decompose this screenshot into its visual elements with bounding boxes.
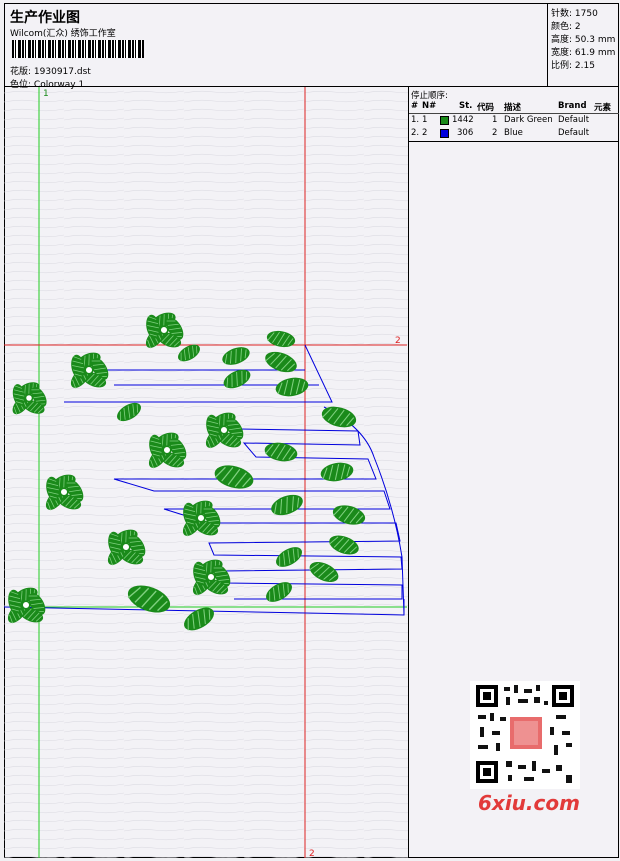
- design-canvas: 1 2 2: [4, 87, 409, 858]
- watermark-text: 6xiu.com: [478, 791, 580, 815]
- stop-row-2: 2. 2 306 2 Blue Default: [411, 128, 590, 138]
- stop-sequence-panel: 停止顺序: # N# St. 代码 描述 Brand 元素 1. 1 1442 …: [409, 87, 619, 142]
- barcode: [12, 40, 144, 58]
- stop-sequence-header: # N# St. 代码 描述 Brand 元素: [411, 101, 612, 113]
- stat-width: 宽度: 61.9 mm: [551, 48, 616, 58]
- header-divider: [409, 113, 619, 114]
- guide-label-red-bottom: 2: [309, 849, 315, 858]
- stats-panel: 针数: 1750 颜色: 2 高度: 50.3 mm 宽度: 61.9 mm 比…: [548, 3, 619, 87]
- color-swatch-blue: [440, 129, 449, 138]
- color-swatch-green: [440, 116, 449, 125]
- stat-stitches: 针数: 1750: [551, 9, 598, 19]
- studio-name: Wilcom(汇众) 绣饰工作室: [10, 29, 116, 39]
- guide-label-red-right: 2: [395, 336, 401, 346]
- page-title: 生产作业图: [10, 10, 80, 26]
- header-block: 生产作业图 Wilcom(汇众) 绣饰工作室 花版: 1930917.dst 色…: [4, 3, 548, 90]
- stat-scale: 比例: 2.15: [551, 61, 595, 71]
- guide-label-green: 1: [43, 89, 49, 99]
- stop-sequence-title: 停止顺序:: [411, 91, 448, 101]
- stat-height: 高度: 50.3 mm: [551, 35, 616, 45]
- stop-row-1: 1. 1 1442 1 Dark Green Default: [411, 115, 590, 125]
- file-label: 花版:: [10, 67, 32, 77]
- file-line: 花版: 1930917.dst: [10, 64, 91, 77]
- qr-code: [470, 681, 580, 789]
- file-name: 1930917.dst: [33, 67, 91, 77]
- stat-colors: 颜色: 2: [551, 22, 581, 32]
- stitch-preview: 1 2 2: [4, 87, 408, 858]
